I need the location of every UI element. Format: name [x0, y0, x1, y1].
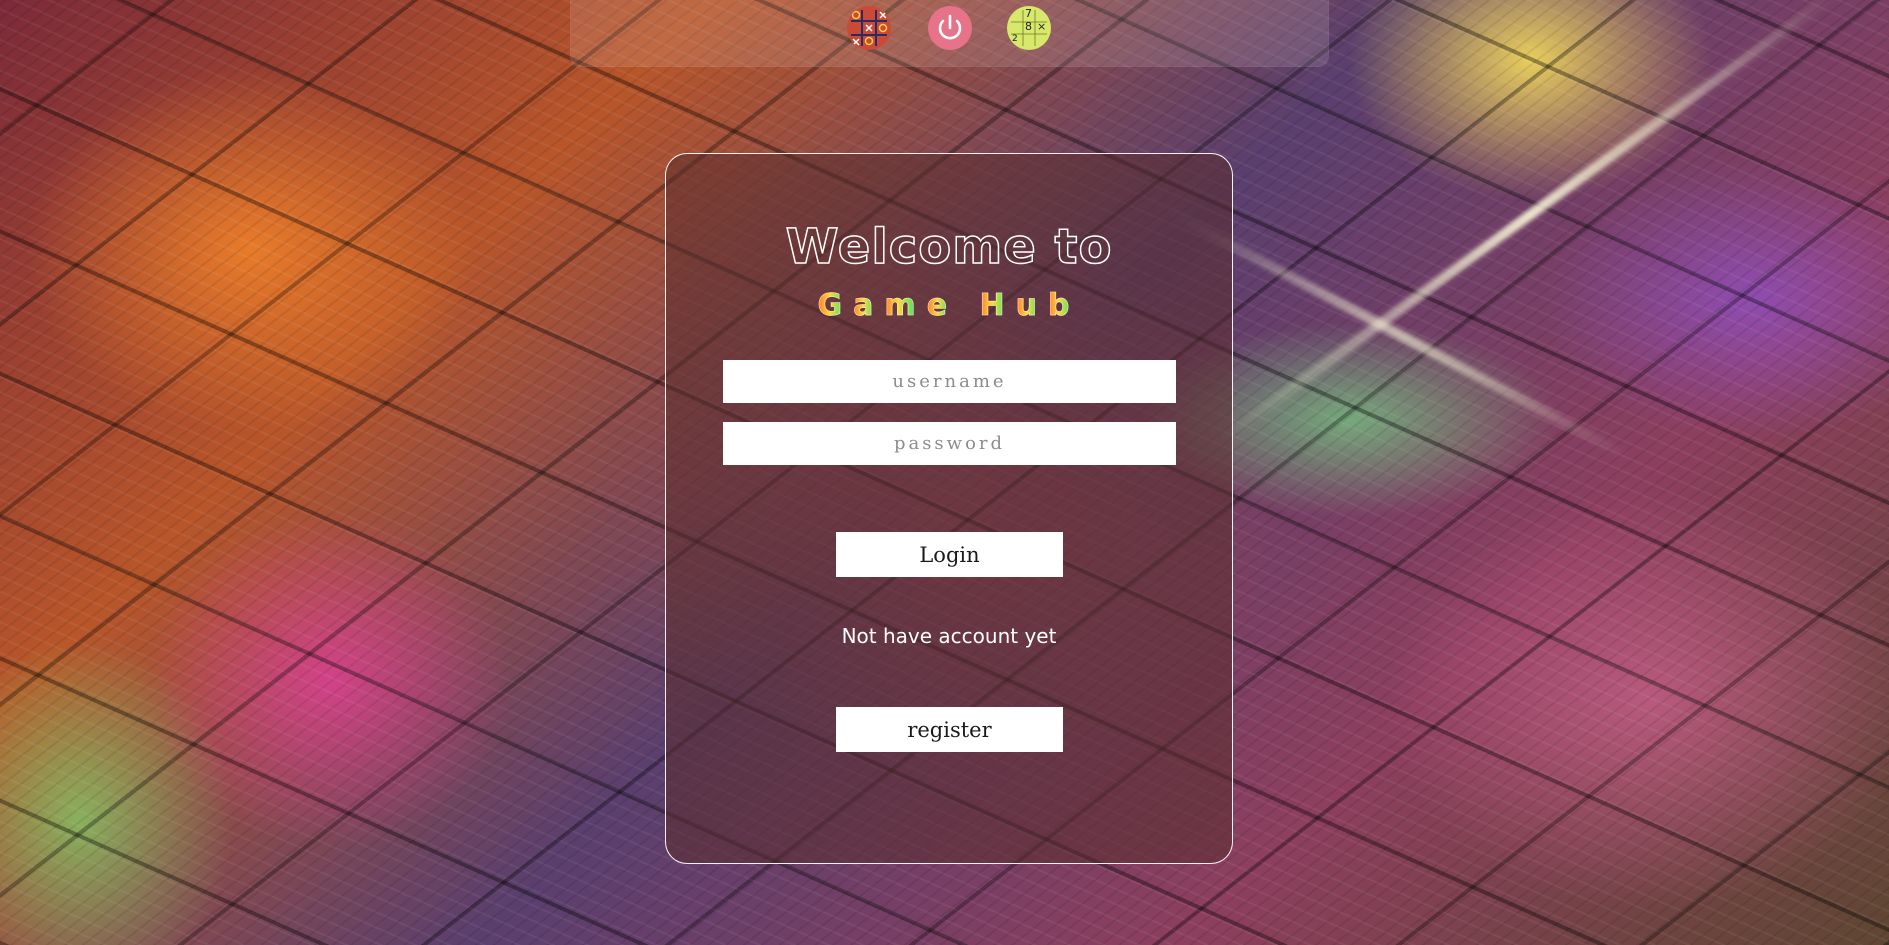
password-input[interactable] [723, 422, 1176, 465]
login-button[interactable]: Login [836, 532, 1063, 577]
sudoku-digit: 8 [1025, 20, 1032, 33]
hub-letter: m [884, 288, 927, 324]
register-button[interactable]: register [836, 707, 1063, 752]
hub-letter: u [1015, 288, 1048, 324]
welcome-title: Welcome to [785, 218, 1113, 276]
sudoku-digit: × [1037, 20, 1047, 33]
hub-letter [958, 288, 979, 323]
hub-letter: a [853, 288, 885, 324]
username-input[interactable] [723, 360, 1176, 403]
tic-tac-toe-icon[interactable] [847, 6, 891, 50]
hub-letter: e [926, 288, 959, 324]
login-card: Welcome to Game Hub Login Not have accou… [665, 153, 1233, 864]
hub-letter: G [817, 288, 854, 324]
power-icon[interactable] [928, 6, 972, 50]
hub-letter: H [979, 288, 1016, 324]
game-hub-title: Game Hub [666, 288, 1232, 324]
sudoku-icon[interactable]: 7 8 2 × [1007, 6, 1051, 50]
no-account-text: Not have account yet [841, 624, 1057, 648]
sudoku-digit: 2 [1012, 34, 1018, 44]
top-nav-bar: 7 8 2 × [571, 0, 1328, 66]
hub-letter: b [1047, 288, 1081, 324]
sudoku-digit: 7 [1025, 7, 1032, 20]
